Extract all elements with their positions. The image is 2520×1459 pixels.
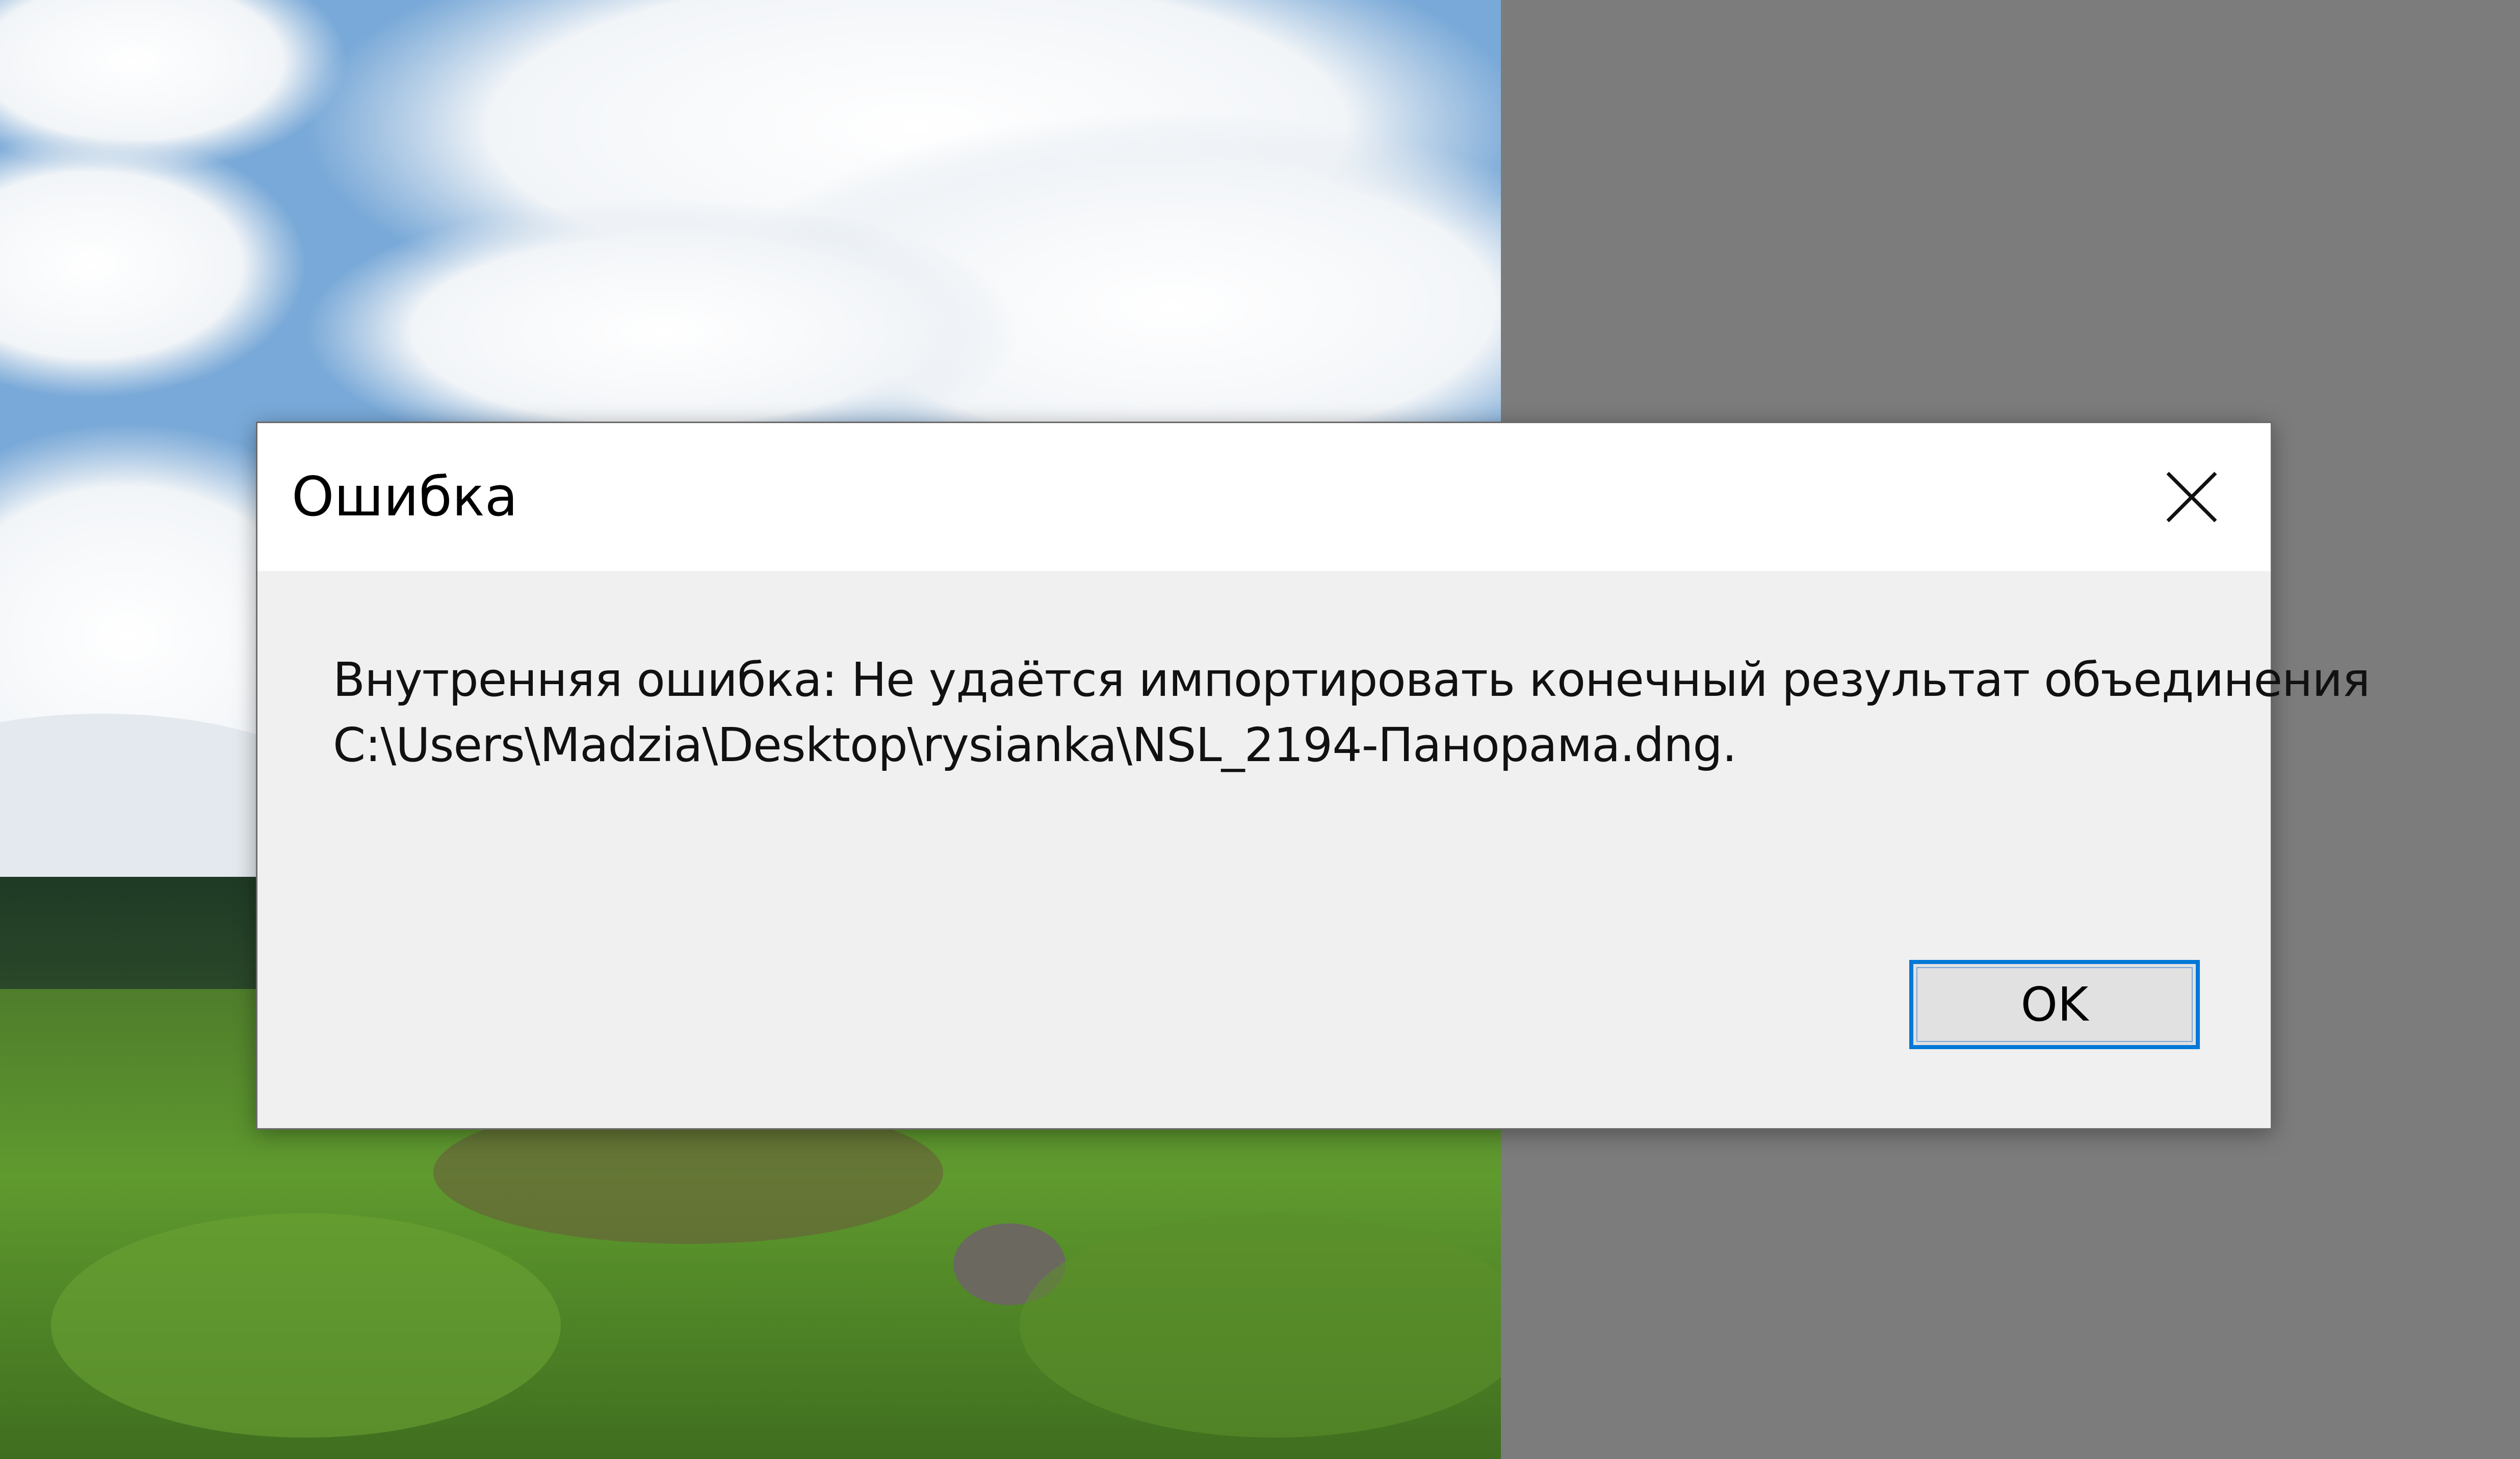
- app-workspace: Ошибка Внутренняя ошибка: Не удаётся имп…: [0, 0, 2520, 1459]
- ok-button-label: OK: [2020, 977, 2089, 1032]
- dialog-titlebar[interactable]: Ошибка: [257, 423, 2271, 571]
- ok-button[interactable]: OK: [1909, 960, 2200, 1049]
- error-message-line2: C:\Users\Madzia\Desktop\rysianka\NSL_219…: [333, 718, 1737, 772]
- error-message-line1: Внутренняя ошибка: Не удаётся импортиров…: [333, 653, 2370, 707]
- close-icon: [2166, 472, 2217, 523]
- close-button[interactable]: [2143, 454, 2240, 540]
- error-dialog: Ошибка Внутренняя ошибка: Не удаётся имп…: [256, 422, 2370, 1130]
- error-message: Внутренняя ошибка: Не удаётся импортиров…: [333, 647, 2370, 778]
- dialog-title: Ошибка: [292, 465, 518, 528]
